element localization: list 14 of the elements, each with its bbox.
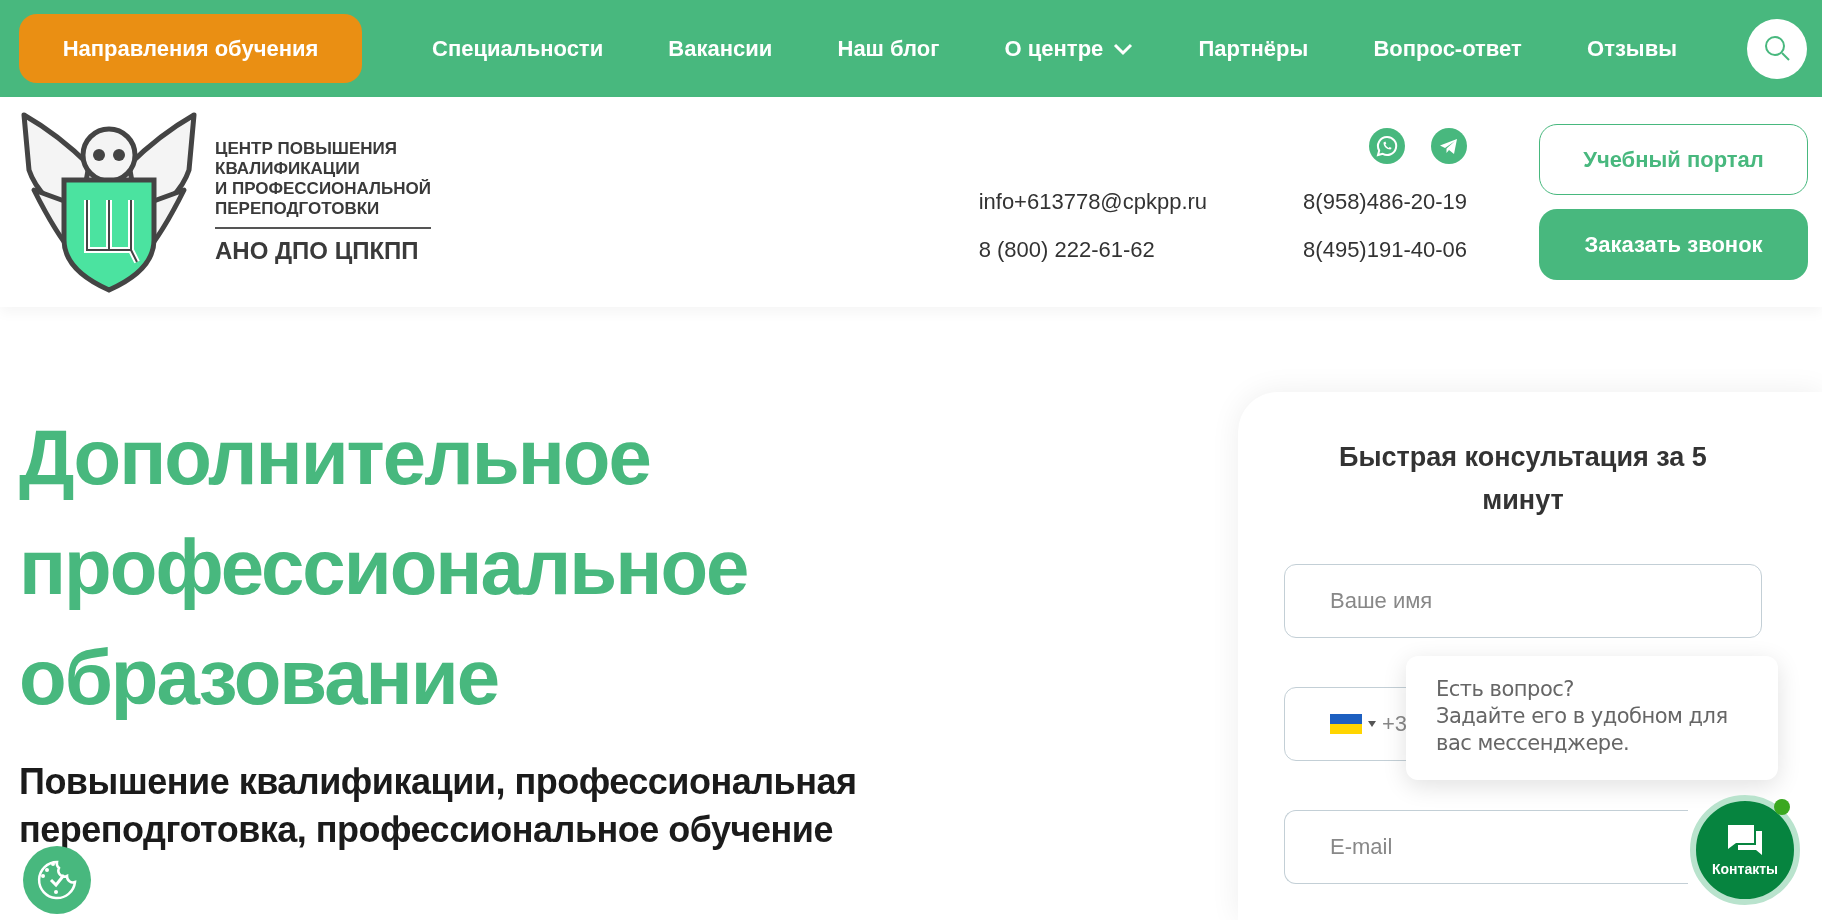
hero-title: Дополнительное	[19, 412, 651, 503]
tooltip-text: вас мессенджере.	[1436, 730, 1631, 757]
logo-text: ЦЕНТР ПОВЫШЕНИЯ	[215, 139, 398, 159]
hero-title: образование	[19, 632, 500, 723]
tooltip-text: Задайте его в удобном для	[1436, 703, 1729, 730]
tooltip-text: Есть вопрос?	[1436, 676, 1575, 703]
form-title: Быстрая консультация за 5 минут	[1338, 441, 1708, 517]
logo-text: КВАЛИФИКАЦИИ	[215, 159, 361, 179]
logo-text: АНО ДПО ЦПКПП	[215, 227, 431, 265]
hero-title: профессиональное	[19, 522, 749, 613]
logo-text: ПЕРЕПОДГОТОВКИ	[215, 199, 381, 219]
hero-subtitle: переподготовка, профессиональное обучение	[19, 808, 834, 852]
hero-subtitle: Повышение квалификации, профессиональная	[19, 760, 858, 804]
logo-text: И ПРОФЕССИОНАЛЬНОЙ	[215, 179, 431, 199]
